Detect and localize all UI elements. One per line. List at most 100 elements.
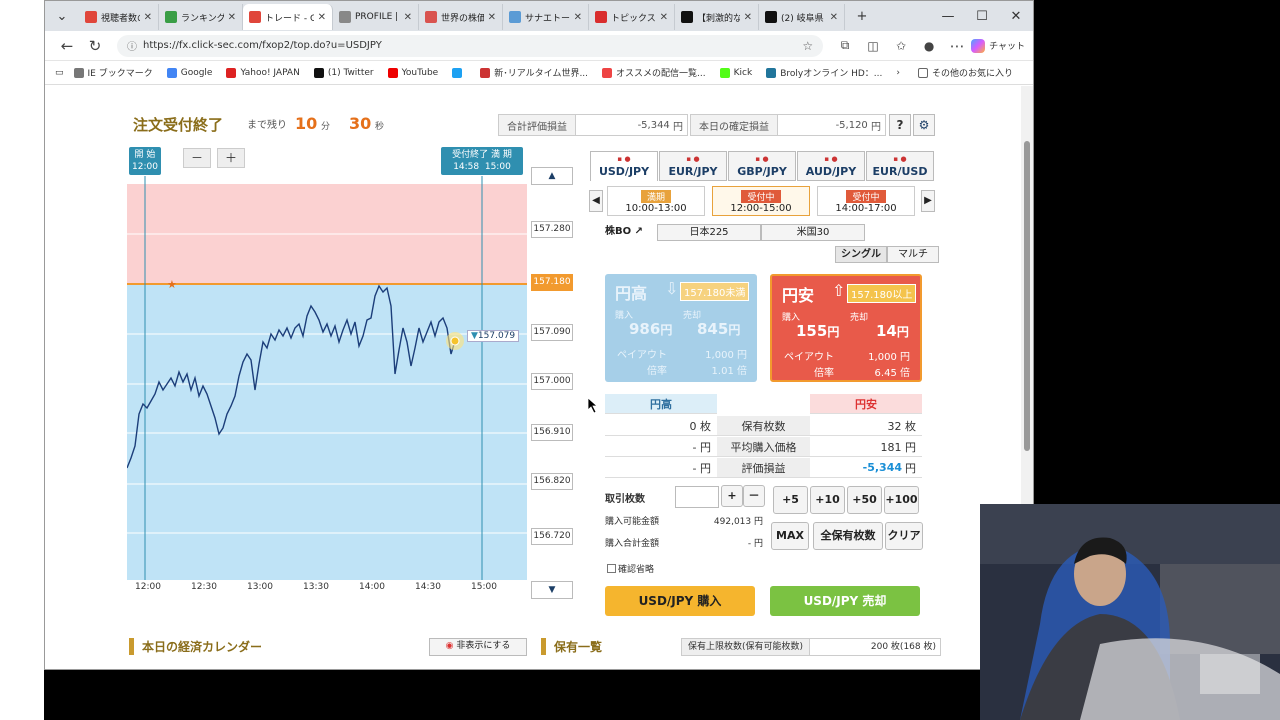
browser-tab[interactable]: 視聴者数の✕: [79, 4, 159, 30]
bookmark-item[interactable]: Kick: [719, 66, 752, 79]
bookmark-icon-toggle[interactable]: ▭: [55, 68, 64, 78]
pair-tab[interactable]: ▪ ● EUR/JPY: [659, 151, 727, 181]
price-chart[interactable]: ★: [127, 146, 577, 586]
tab-close-icon[interactable]: ✕: [314, 12, 326, 23]
yen-unit: 円: [871, 121, 881, 133]
zoom-in-button[interactable]: ＋: [217, 148, 245, 168]
bookmark-item[interactable]: Brolyオンライン HD：...: [766, 66, 882, 79]
all-holdings-button[interactable]: 全保有枚数: [813, 522, 883, 550]
bookmark-label: Brolyオンライン HD：...: [780, 69, 883, 79]
tab-close-icon[interactable]: ✕: [140, 12, 152, 23]
tab-close-icon[interactable]: ✕: [224, 12, 236, 23]
pair-tab-label: USD/JPY: [598, 165, 650, 178]
hide-calendar-button[interactable]: ◉ 非表示にする: [429, 638, 527, 656]
scrollbar-thumb[interactable]: [1024, 141, 1030, 451]
session-tab[interactable]: 受付中 12:00-15:00: [712, 186, 810, 216]
tab-close-icon[interactable]: ✕: [400, 12, 412, 23]
browser-tab[interactable]: 世界の株価 ✕: [419, 4, 503, 30]
max-button[interactable]: MAX: [771, 522, 809, 550]
qty-input[interactable]: [675, 486, 719, 508]
quick-qty-button[interactable]: +10: [810, 486, 845, 514]
quick-qty-button[interactable]: +5: [773, 486, 808, 514]
yen-unit: 円: [673, 121, 683, 133]
new-tab-button[interactable]: +: [845, 9, 879, 24]
bookmark-item[interactable]: オススメの配信一覧...: [602, 66, 706, 79]
browser-tab[interactable]: 【刺激的な ✕: [675, 4, 759, 30]
browser-tab[interactable]: トレード - GM✕: [243, 4, 333, 30]
copilot-button[interactable]: チャット: [971, 38, 1025, 53]
session-prev-button[interactable]: ◀: [589, 190, 603, 212]
pair-tab[interactable]: ▪ ● GBP/JPY: [728, 151, 796, 181]
bookmark-item[interactable]: Yahoo! JAPAN: [226, 66, 300, 79]
pair-tab[interactable]: ▪ ● AUD/JPY: [797, 151, 865, 181]
position-low-cell: -5,344 円: [810, 458, 922, 478]
sell-button[interactable]: USD/JPY 売却: [770, 586, 920, 616]
browser-tab[interactable]: (2) 岐阜県 ✕: [759, 4, 845, 30]
session-tab[interactable]: 受付中 14:00-17:00: [817, 186, 915, 216]
browser-tab[interactable]: PROFILE | ✕: [333, 4, 419, 30]
yen-low-ticket[interactable]: 円安 ⇧ 157.180以上 購入 売却 155円 14円 ペイアウト 1,00…: [770, 274, 922, 382]
extensions-icon[interactable]: ⧉: [831, 38, 859, 53]
nikkei225-tab[interactable]: 日本225: [657, 224, 761, 241]
clear-button[interactable]: クリア: [885, 522, 923, 550]
positions-low-header: 円安: [810, 394, 922, 414]
yen-high-ticket[interactable]: 円高 ⇩ 157.180未満 購入 売却 986円 845円 ペイアウト 1,0…: [605, 274, 757, 382]
tab-close-icon[interactable]: ✕: [484, 12, 496, 23]
qty-minus-button[interactable]: －: [743, 485, 765, 507]
chevron-right-icon[interactable]: ›: [896, 68, 900, 78]
browser-tab[interactable]: サナエトーク✕: [503, 4, 589, 30]
favorite-star-icon[interactable]: ☆: [802, 39, 813, 53]
tab-close-icon[interactable]: ✕: [656, 12, 668, 23]
settings-gear-icon[interactable]: ⚙: [913, 114, 935, 136]
bookmark-item[interactable]: (1) Twitter: [313, 66, 374, 79]
session-next-button[interactable]: ▶: [921, 190, 935, 212]
bookmark-item[interactable]: Google: [166, 66, 212, 79]
bookmark-favicon-icon: [226, 67, 237, 78]
buy-button[interactable]: USD/JPY 購入: [605, 586, 755, 616]
session-tab[interactable]: 満期 10:00-13:00: [607, 186, 705, 216]
quick-qty-button[interactable]: +50: [847, 486, 882, 514]
favorites-icon[interactable]: ✩: [887, 39, 915, 53]
time-axis-label: 14:00: [359, 582, 385, 592]
tab-close-icon[interactable]: ✕: [570, 12, 582, 23]
single-mode-tab[interactable]: シングル: [835, 246, 887, 263]
bookmark-item[interactable]: 新･リアルタイム世界...: [480, 66, 588, 79]
minimize-button[interactable]: —: [931, 9, 965, 24]
quick-qty-button[interactable]: +100: [884, 486, 919, 514]
back-icon[interactable]: ←: [53, 37, 81, 55]
maximize-button[interactable]: ☐: [965, 9, 999, 24]
bookmark-item[interactable]: [452, 66, 466, 79]
tab-list-dropdown[interactable]: ⌄: [45, 9, 79, 24]
payout-label: ペイアウト: [617, 350, 667, 361]
url-field[interactable]: ⓘ https://fx.click-sec.com/fxop2/top.do?…: [117, 34, 824, 57]
scroll-down-button[interactable]: ▼: [531, 581, 573, 599]
browser-tab[interactable]: ランキング ✕: [159, 4, 243, 30]
bookmark-item[interactable]: IE ブックマーク: [73, 66, 153, 79]
help-button[interactable]: ?: [889, 114, 911, 136]
multi-mode-tab[interactable]: マルチ: [887, 246, 939, 263]
zoom-out-button[interactable]: －: [183, 148, 211, 168]
qty-plus-button[interactable]: +: [721, 485, 743, 507]
pair-tab[interactable]: ▪ ● USD/JPY: [590, 151, 658, 181]
tab-title: 視聴者数の: [101, 13, 140, 24]
us30-tab[interactable]: 米国30: [761, 224, 865, 241]
other-favorites[interactable]: その他のお気に入り: [917, 66, 1013, 79]
tab-close-icon[interactable]: ✕: [740, 12, 752, 23]
split-screen-icon[interactable]: ◫: [859, 39, 887, 53]
scroll-up-button[interactable]: ▲: [531, 167, 573, 185]
total-eval-box: 合計評価損益 -5,344 円: [498, 114, 688, 136]
more-menu-icon[interactable]: ⋯: [943, 37, 971, 55]
tab-close-icon[interactable]: ✕: [826, 12, 838, 23]
pair-tab[interactable]: ▪ ● EUR/USD: [866, 151, 934, 181]
browser-tab[interactable]: トピックスー✕: [589, 4, 675, 30]
close-window-button[interactable]: ✕: [999, 9, 1033, 24]
profile-avatar[interactable]: ●: [915, 39, 943, 53]
seconds-unit: 秒: [375, 122, 385, 132]
confirm-skip-checkbox[interactable]: [607, 564, 616, 573]
bookmark-item[interactable]: YouTube: [387, 66, 438, 79]
tab-title: 【刺激的な: [697, 13, 740, 24]
reload-icon[interactable]: ↻: [81, 37, 109, 55]
kabu-bo-link[interactable]: 株BO ↗: [605, 224, 655, 241]
current-price-tag: ▼157.079: [467, 330, 520, 342]
confirm-skip[interactable]: 確認省略: [607, 562, 654, 575]
